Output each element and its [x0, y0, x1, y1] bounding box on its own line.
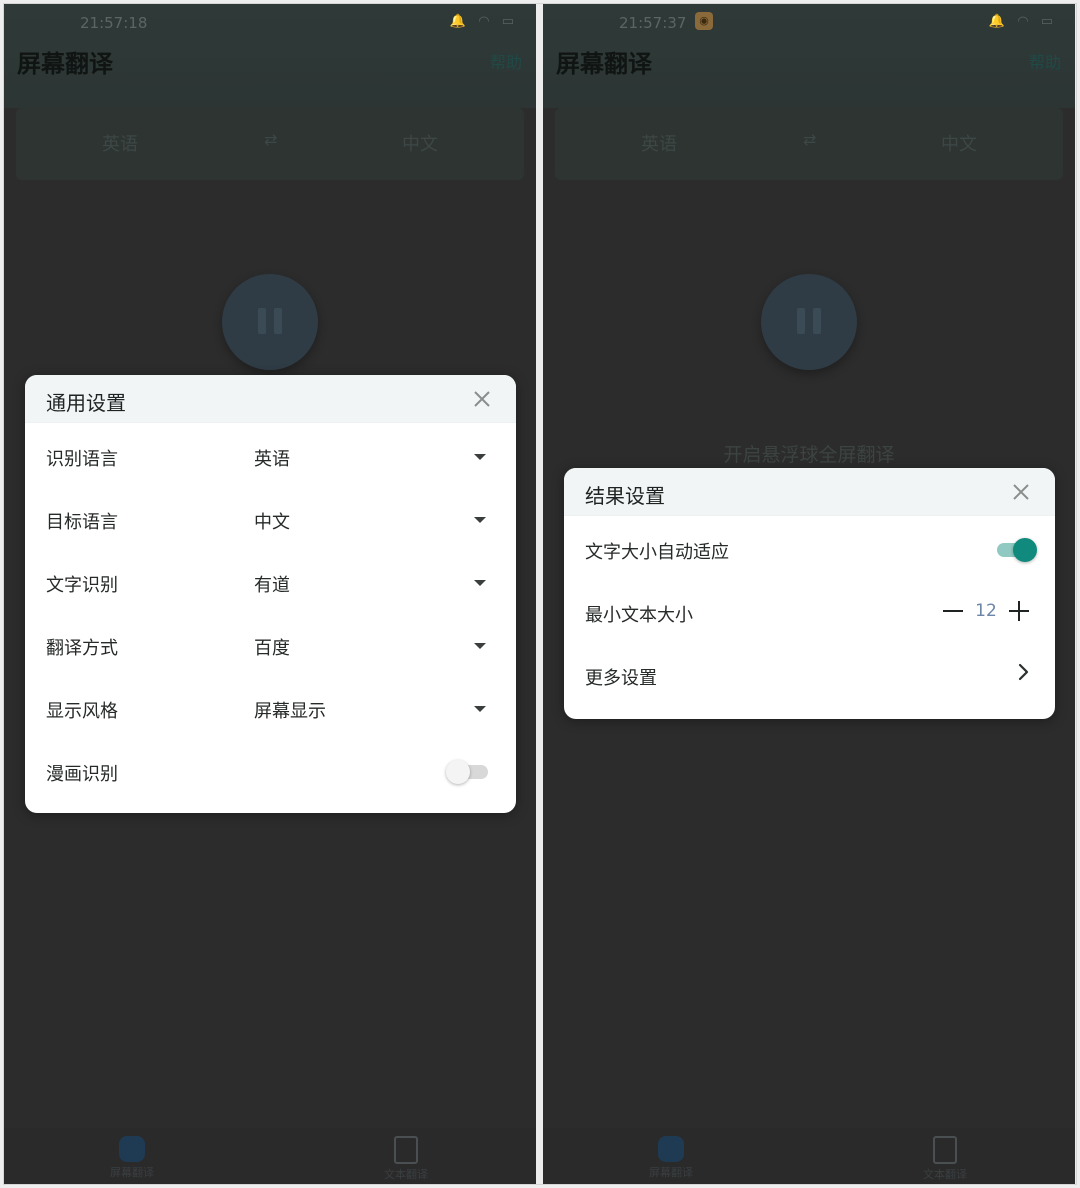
row-label: 识别语言: [46, 449, 118, 470]
row-label: 漫画识别: [46, 764, 118, 785]
phone-screen-result-settings: 21:57:37 ◉ 🔔 ◠ ▭ 屏幕翻译 帮助 英语 ⇄ 中文 开启悬浮球全屏…: [543, 4, 1075, 1184]
dialog-title: 通用设置: [46, 391, 126, 415]
setting-row-target-language[interactable]: 目标语言 中文: [25, 486, 516, 549]
bottom-nav: 屏幕翻译 文本翻译: [4, 1128, 536, 1184]
nav-label: 屏幕翻译: [110, 1166, 154, 1179]
row-value: 中文: [254, 512, 290, 533]
start-translate-button[interactable]: [761, 274, 857, 370]
source-language-button[interactable]: 英语: [641, 130, 677, 156]
nav-label: 文本翻译: [923, 1168, 967, 1181]
dropdown-arrow-icon[interactable]: [474, 706, 486, 712]
nav-label: 文本翻译: [384, 1168, 428, 1181]
status-bar-icons: 🔔 ◠ ▭: [988, 14, 1057, 29]
result-settings-dialog: 结果设置 文字大小自动适应 最小文本大小 12 更多设置: [564, 468, 1055, 719]
setting-row-more-settings[interactable]: 更多设置: [564, 642, 1055, 705]
dialog-title: 结果设置: [585, 484, 665, 508]
setting-row-display-style[interactable]: 显示风格 屏幕显示: [25, 675, 516, 738]
nav-item-screen-translate[interactable]: 屏幕翻译: [102, 1136, 162, 1180]
help-link[interactable]: 帮助: [1029, 49, 1061, 73]
row-label: 翻译方式: [46, 638, 118, 659]
dropdown-arrow-icon[interactable]: [474, 580, 486, 586]
app-title: 屏幕翻译: [17, 50, 113, 78]
close-icon[interactable]: [1011, 482, 1031, 502]
swap-languages-icon[interactable]: ⇄: [264, 130, 277, 149]
auto-fit-toggle[interactable]: [993, 538, 1037, 562]
target-language-button[interactable]: 中文: [941, 130, 977, 156]
language-bar: 英语 ⇄ 中文: [555, 108, 1063, 180]
comic-recognition-toggle[interactable]: [446, 760, 490, 784]
nav-label: 屏幕翻译: [649, 1166, 693, 1179]
screen-translate-icon: [658, 1136, 684, 1162]
setting-row-comic-recognition: 漫画识别: [25, 738, 516, 801]
row-label: 目标语言: [46, 512, 118, 533]
app-title: 屏幕翻译: [556, 50, 652, 78]
notification-app-icon: ◉: [695, 12, 713, 30]
dropdown-arrow-icon[interactable]: [474, 517, 486, 523]
row-value: 英语: [254, 449, 290, 470]
dropdown-arrow-icon[interactable]: [474, 454, 486, 460]
screen-translate-icon: [119, 1136, 145, 1162]
row-label: 文字识别: [46, 575, 118, 596]
row-value: 百度: [254, 638, 290, 659]
row-label: 显示风格: [46, 701, 118, 722]
close-icon[interactable]: [472, 389, 492, 409]
start-translate-button[interactable]: [222, 274, 318, 370]
row-value: 屏幕显示: [254, 701, 326, 722]
nav-item-screen-translate[interactable]: 屏幕翻译: [641, 1136, 701, 1180]
min-text-size-stepper: 12: [941, 597, 1031, 625]
min-text-size-value: 12: [975, 601, 997, 621]
source-language-button[interactable]: 英语: [102, 130, 138, 156]
row-label: 文字大小自动适应: [585, 542, 729, 563]
toggle-knob: [1013, 538, 1037, 562]
setting-row-recognize-language[interactable]: 识别语言 英语: [25, 423, 516, 486]
general-settings-dialog: 通用设置 识别语言 英语 目标语言 中文 文字识别 有道 翻译方式 百度 显示风…: [25, 375, 516, 813]
document-icon: [394, 1136, 418, 1164]
document-icon: [933, 1136, 957, 1164]
bottom-nav: 屏幕翻译 文本翻译: [543, 1128, 1075, 1184]
dropdown-arrow-icon[interactable]: [474, 643, 486, 649]
setting-row-ocr-engine[interactable]: 文字识别 有道: [25, 549, 516, 612]
help-link[interactable]: 帮助: [490, 49, 522, 73]
nav-item-text-translate[interactable]: 文本翻译: [915, 1136, 975, 1182]
dialog-header: 通用设置: [25, 375, 516, 423]
row-label: 更多设置: [585, 668, 657, 689]
minus-icon[interactable]: [941, 597, 965, 625]
setting-row-min-text-size: 最小文本大小 12: [564, 579, 1055, 642]
status-bar-time: 21:57:37: [619, 14, 687, 32]
setting-row-translate-engine[interactable]: 翻译方式 百度: [25, 612, 516, 675]
chevron-right-icon[interactable]: [1015, 662, 1031, 682]
swap-languages-icon[interactable]: ⇄: [803, 130, 816, 149]
dialog-header: 结果设置: [564, 468, 1055, 516]
nav-item-text-translate[interactable]: 文本翻译: [376, 1136, 436, 1182]
toggle-knob: [446, 760, 470, 784]
status-bar-time: 21:57:18: [80, 14, 148, 32]
status-bar-icons: 🔔 ◠ ▭: [449, 14, 518, 29]
language-bar: 英语 ⇄ 中文: [16, 108, 524, 180]
row-label: 最小文本大小: [585, 605, 693, 626]
floating-ball-hint: 开启悬浮球全屏翻译: [723, 444, 895, 466]
target-language-button[interactable]: 中文: [402, 130, 438, 156]
setting-row-auto-fit-text: 文字大小自动适应: [564, 516, 1055, 579]
row-value: 有道: [254, 575, 290, 596]
plus-icon[interactable]: [1007, 597, 1031, 625]
phone-screen-general-settings: 21:57:18 🔔 ◠ ▭ 屏幕翻译 帮助 英语 ⇄ 中文 屏幕翻译 文本翻译…: [4, 4, 536, 1184]
